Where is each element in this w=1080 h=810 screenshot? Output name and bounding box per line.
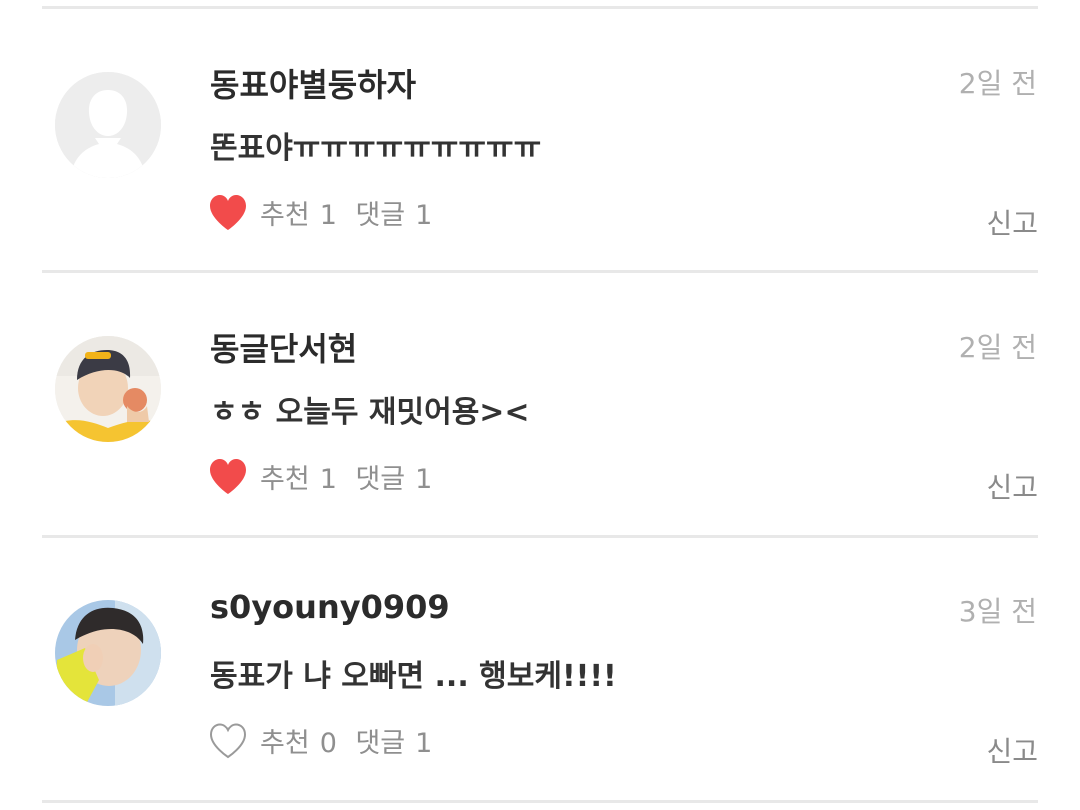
heart-filled-icon[interactable] xyxy=(208,458,248,496)
comment-author[interactable]: 동표야별둥하자 xyxy=(210,60,416,106)
comment-time: 2일 전 xyxy=(958,67,1037,100)
comment-item: 동글단서현 2일 전 ㅎㅎ 오늘두 재밋어용>< 추천 1 댓글 1 신고 xyxy=(0,274,1080,536)
comment-actions: 추천 1 댓글 1 xyxy=(208,193,442,232)
heart-outline-icon[interactable] xyxy=(208,722,248,760)
avatar[interactable] xyxy=(55,72,161,178)
reply-count[interactable]: 1 xyxy=(415,728,432,759)
comment-author[interactable]: s0youny0909 xyxy=(210,588,450,626)
comment-text: 동표가 냐 오빠면 ... 행보케!!!! xyxy=(210,659,617,694)
like-label: 추천 xyxy=(260,464,310,495)
user-photo xyxy=(55,336,161,442)
reply-count[interactable]: 1 xyxy=(415,200,432,231)
reply-label[interactable]: 댓글 xyxy=(355,464,405,495)
reply-label[interactable]: 댓글 xyxy=(355,200,405,231)
report-button[interactable]: 신고 xyxy=(986,202,1038,242)
default-user-icon xyxy=(55,72,161,178)
avatar[interactable] xyxy=(55,336,161,442)
comment-author[interactable]: 동글단서현 xyxy=(210,324,357,370)
heart-filled-icon[interactable] xyxy=(208,194,248,232)
comment-stats: 추천 1 댓글 1 xyxy=(260,457,442,496)
comment-actions: 추천 0 댓글 1 xyxy=(208,721,442,760)
comment-stats: 추천 0 댓글 1 xyxy=(260,721,442,760)
like-count: 0 xyxy=(319,728,337,759)
comment-text: 똔표야ㅠㅠㅠㅠㅠㅠㅠㅠㅠ xyxy=(210,131,542,166)
like-label: 추천 xyxy=(260,200,310,231)
comment-item: 동표야별둥하자 2일 전 똔표야ㅠㅠㅠㅠㅠㅠㅠㅠㅠ 추천 1 댓글 1 신고 xyxy=(0,10,1080,272)
comment-time: 2일 전 xyxy=(958,331,1037,364)
user-photo xyxy=(55,600,161,706)
report-button[interactable]: 신고 xyxy=(986,730,1038,770)
divider-bottom xyxy=(42,800,1038,803)
comment-actions: 추천 1 댓글 1 xyxy=(208,457,442,496)
like-count: 1 xyxy=(319,200,337,231)
reply-label[interactable]: 댓글 xyxy=(355,728,405,759)
divider xyxy=(42,270,1038,273)
like-label: 추천 xyxy=(260,728,310,759)
avatar[interactable] xyxy=(55,600,161,706)
reply-count[interactable]: 1 xyxy=(415,464,432,495)
comment-stats: 추천 1 댓글 1 xyxy=(260,193,442,232)
comment-text: ㅎㅎ 오늘두 재밋어용>< xyxy=(210,395,530,430)
comment-time: 3일 전 xyxy=(958,595,1037,628)
report-button[interactable]: 신고 xyxy=(986,466,1038,506)
divider-top xyxy=(42,6,1038,9)
comment-item: s0youny0909 3일 전 동표가 냐 오빠면 ... 행보케!!!! 추… xyxy=(0,538,1080,800)
like-count: 1 xyxy=(319,464,337,495)
